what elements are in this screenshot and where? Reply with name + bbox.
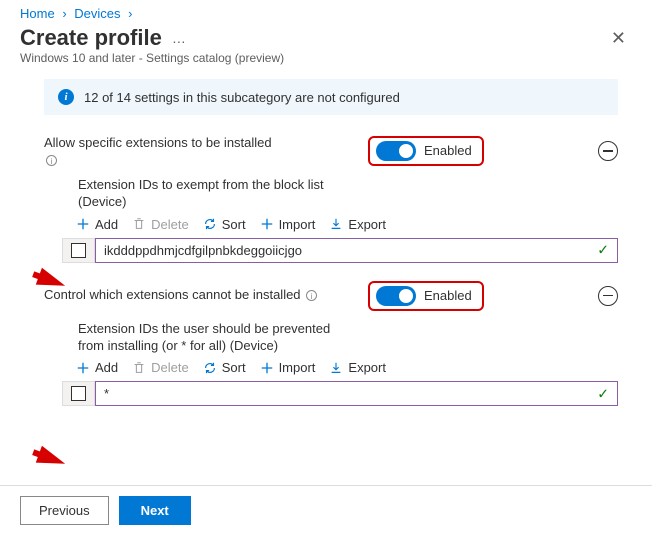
info-banner: i 12 of 14 settings in this subcategory … <box>44 79 618 115</box>
arrow-annotation <box>36 446 68 472</box>
add-label: Add <box>95 360 118 375</box>
trash-icon <box>132 361 146 375</box>
breadcrumb-devices[interactable]: Devices <box>74 6 120 21</box>
import-button[interactable]: Import <box>260 360 316 375</box>
row-checkbox[interactable] <box>71 243 86 258</box>
highlight-annotation: Enabled <box>368 281 484 311</box>
plus-icon <box>260 217 274 231</box>
page-title: Create profile <box>20 25 162 51</box>
previous-button[interactable]: Previous <box>20 496 109 525</box>
sort-button[interactable]: Sort <box>203 217 246 232</box>
import-label: Import <box>279 217 316 232</box>
download-icon <box>329 217 343 231</box>
toggle-state-label: Enabled <box>424 288 472 303</box>
delete-button: Delete <box>132 360 189 375</box>
export-button[interactable]: Export <box>329 360 386 375</box>
extension-id-cell: ✓ <box>95 381 618 406</box>
remove-setting-button[interactable] <box>598 286 618 306</box>
checkmark-icon: ✓ <box>597 385 609 402</box>
row-checkbox-cell <box>62 238 95 263</box>
close-button[interactable]: ✕ <box>605 28 632 49</box>
breadcrumb: Home › Devices › <box>0 0 652 23</box>
toggle-allow-extensions[interactable] <box>376 141 416 161</box>
extension-id-input[interactable] <box>104 243 589 258</box>
info-ring-icon[interactable]: i <box>46 155 57 166</box>
toggle-block-extensions[interactable] <box>376 286 416 306</box>
page-subtitle: Windows 10 and later - Settings catalog … <box>0 51 652 79</box>
export-button[interactable]: Export <box>329 217 386 232</box>
list-toolbar: Add Delete Sort Import Export <box>76 360 618 375</box>
trash-icon <box>132 217 146 231</box>
toggle-state-label: Enabled <box>424 143 472 158</box>
sort-icon <box>203 361 217 375</box>
info-icon: i <box>58 89 74 105</box>
download-icon <box>329 361 343 375</box>
extension-id-input[interactable] <box>104 386 589 401</box>
info-banner-text: 12 of 14 settings in this subcategory ar… <box>84 90 400 105</box>
export-label: Export <box>348 217 386 232</box>
checkmark-icon: ✓ <box>597 242 609 259</box>
extension-id-row: ✓ <box>62 381 618 406</box>
export-label: Export <box>348 360 386 375</box>
add-label: Add <box>95 217 118 232</box>
highlight-annotation: Enabled <box>368 136 484 166</box>
next-button[interactable]: Next <box>119 496 191 525</box>
sort-label: Sort <box>222 360 246 375</box>
more-actions-button[interactable]: … <box>172 30 188 46</box>
setting-block-extensions-sublabel: Extension IDs the user should be prevent… <box>78 321 338 355</box>
extension-id-cell: ✓ <box>95 238 618 263</box>
chevron-right-icon: › <box>62 6 66 21</box>
delete-label: Delete <box>151 360 189 375</box>
setting-allow-extensions-sublabel: Extension IDs to exempt from the block l… <box>78 177 338 211</box>
list-toolbar: Add Delete Sort Import Export <box>76 217 618 232</box>
add-button[interactable]: Add <box>76 217 118 232</box>
delete-label: Delete <box>151 217 189 232</box>
breadcrumb-home[interactable]: Home <box>20 6 55 21</box>
setting-block-extensions-label: Control which extensions cannot be insta… <box>44 287 301 302</box>
row-checkbox-cell <box>62 381 95 406</box>
add-button[interactable]: Add <box>76 360 118 375</box>
extension-id-row: ✓ <box>62 238 618 263</box>
remove-setting-button[interactable] <box>598 141 618 161</box>
plus-icon <box>76 217 90 231</box>
plus-icon <box>76 361 90 375</box>
delete-button: Delete <box>132 217 189 232</box>
row-checkbox[interactable] <box>71 386 86 401</box>
import-button[interactable]: Import <box>260 217 316 232</box>
sort-button[interactable]: Sort <box>203 360 246 375</box>
import-label: Import <box>279 360 316 375</box>
info-ring-icon[interactable]: i <box>306 290 317 301</box>
sort-label: Sort <box>222 217 246 232</box>
setting-allow-extensions-label: Allow specific extensions to be installe… <box>44 135 304 152</box>
plus-icon <box>260 361 274 375</box>
sort-icon <box>203 217 217 231</box>
wizard-footer: Previous Next <box>0 485 652 535</box>
chevron-right-icon: › <box>128 6 132 21</box>
